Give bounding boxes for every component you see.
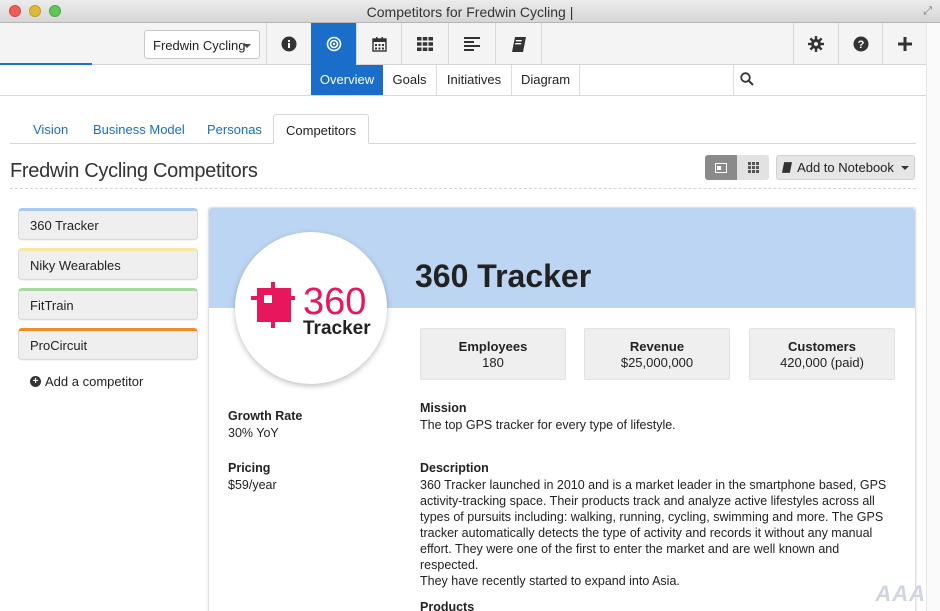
list-button[interactable] <box>448 23 495 65</box>
subnav-tab-overview[interactable]: Overview <box>311 65 383 95</box>
growth-rate-value: 30% YoY <box>228 426 279 440</box>
tile-view-button[interactable] <box>737 155 769 180</box>
logo-word: Tracker <box>303 318 371 339</box>
svg-text:?: ? <box>857 39 864 51</box>
add-to-notebook-label: Add to Notebook <box>797 160 894 175</box>
grid-icon <box>417 37 433 51</box>
notebook-icon <box>511 36 526 52</box>
single-card-icon <box>715 162 727 173</box>
title-divider <box>10 188 916 189</box>
content-tabs: Vision Business Model Personas Competito… <box>10 114 916 144</box>
competitor-item-niky-wearables[interactable]: Niky Wearables <box>18 248 198 280</box>
add-to-notebook-button[interactable]: Add to Notebook <box>776 155 915 180</box>
competitor-logo: 360 Tracker <box>235 232 387 384</box>
target-icon <box>326 36 341 52</box>
pricing-label: Pricing <box>228 461 271 475</box>
calendar-button[interactable] <box>356 23 401 65</box>
stat-customers: Customers 420,000 (paid) <box>749 328 895 380</box>
plus-circle-icon: + <box>30 376 41 387</box>
fullscreen-icon[interactable]: ⤢ <box>923 5 932 18</box>
calendar-icon <box>371 36 387 52</box>
products-label: Products <box>420 600 475 611</box>
tab-competitors[interactable]: Competitors <box>273 114 370 144</box>
gear-icon <box>808 36 824 52</box>
tiles-icon <box>747 162 759 173</box>
stat-employees: Employees 180 <box>420 328 566 380</box>
chevron-down-icon <box>900 165 909 170</box>
competitor-item-360-tracker[interactable]: 360 Tracker <box>18 208 198 240</box>
add-competitor-label: Add a competitor <box>45 374 144 389</box>
help-button[interactable]: ? <box>838 23 882 65</box>
pricing-value: $59/year <box>228 478 277 492</box>
grid-button[interactable] <box>401 23 448 65</box>
competitor-title: 360 Tracker <box>415 258 592 294</box>
window-titlebar: Competitors for Fredwin Cycling | ⤢ <box>0 0 940 23</box>
help-icon: ? <box>853 36 868 52</box>
description-label: Description <box>420 461 489 475</box>
page-title: Fredwin Cycling Competitors <box>10 160 258 182</box>
stat-value: $25,000,000 <box>620 355 694 370</box>
single-view-button[interactable] <box>705 155 737 180</box>
settings-button[interactable] <box>793 23 838 65</box>
competitor-name: 360 Tracker <box>30 218 99 233</box>
list-icon <box>464 37 480 51</box>
description-line: activity-tracking space. Their products … <box>420 494 875 508</box>
info-button[interactable] <box>266 23 311 65</box>
watermark-logo: AAA <box>875 581 926 606</box>
description-line: tracker automatically detects the type o… <box>420 526 873 540</box>
add-button[interactable] <box>882 23 926 65</box>
view-toggle-group <box>705 155 769 180</box>
stat-label: Customers <box>788 339 856 354</box>
chevron-down-icon <box>243 44 251 48</box>
tab-vision[interactable]: Vision <box>33 114 68 144</box>
competitor-detail-card: 360 Tracker 360 Tracker Employees 180 Re… <box>208 207 916 611</box>
stat-label: Employees <box>458 339 528 354</box>
subnav-tab-goals[interactable]: Goals <box>383 65 437 95</box>
mission-value: The top GPS tracker for every type of li… <box>420 418 676 432</box>
logo-graphic: 360 Tracker <box>251 281 371 339</box>
overview-strategy-button[interactable] <box>311 23 356 65</box>
plus-icon <box>897 37 912 51</box>
organization-select[interactable]: Fredwin Cycling <box>144 30 260 59</box>
window-title: Competitors for Fredwin Cycling | <box>366 4 574 20</box>
info-icon <box>281 36 297 52</box>
logo-number: 360 <box>303 281 366 323</box>
tab-business-model[interactable]: Business Model <box>93 114 185 144</box>
competitor-name: FitTrain <box>30 298 74 313</box>
tab-personas[interactable]: Personas <box>207 114 262 144</box>
subnav-tab-diagram[interactable]: Diagram <box>512 65 580 95</box>
vertical-scrollbar[interactable] <box>926 23 940 611</box>
description-line: types of pursuits including: walking, ru… <box>420 510 884 524</box>
stat-value: 420,000 (paid) <box>780 355 864 370</box>
competitor-name: ProCircuit <box>30 338 88 353</box>
growth-rate-label: Growth Rate <box>228 409 303 423</box>
competitor-item-fittrain[interactable]: FitTrain <box>18 288 198 320</box>
add-competitor-link[interactable]: + Add a competitor <box>30 374 143 389</box>
competitor-item-procircuit[interactable]: ProCircuit <box>18 328 198 360</box>
main-toolbar: Fredwin Cycling ? <box>0 23 940 65</box>
notebook-icon <box>782 162 793 173</box>
mission-label: Mission <box>420 401 467 415</box>
description-line: They have recently started to expand int… <box>420 574 680 588</box>
description-text: 360 Tracker launched in 2010 and is a ma… <box>420 477 900 589</box>
subnav-tab-initiatives[interactable]: Initiatives <box>437 65 512 95</box>
sub-navigation: Overview Goals Initiatives Diagram <box>0 65 926 96</box>
competitor-name: Niky Wearables <box>30 258 121 273</box>
description-line: effort. They were one of the first to en… <box>420 542 840 572</box>
stat-label: Revenue <box>629 339 685 354</box>
stat-value: 180 <box>482 355 504 370</box>
stat-revenue: Revenue $25,000,000 <box>584 328 730 380</box>
description-line: 360 Tracker launched in 2010 and is a ma… <box>420 478 887 492</box>
organization-select-value: Fredwin Cycling <box>153 38 246 53</box>
search-icon[interactable] <box>740 72 754 86</box>
search-divider <box>733 65 734 95</box>
notebook-button[interactable] <box>495 23 542 65</box>
